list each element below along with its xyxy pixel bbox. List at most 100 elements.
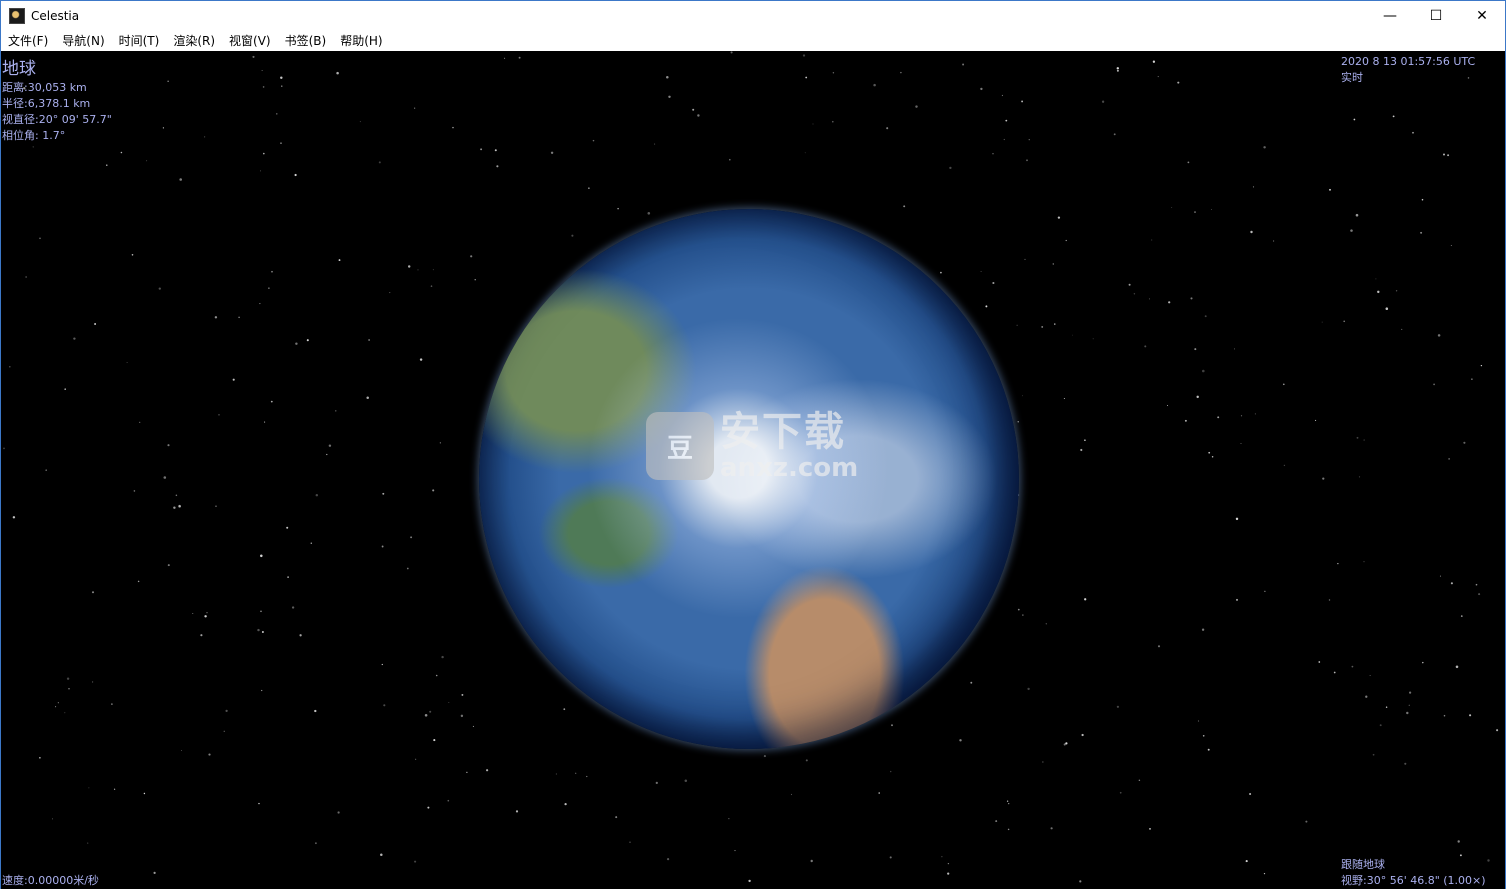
star	[1404, 762, 1407, 765]
star	[419, 358, 423, 361]
star	[424, 714, 428, 717]
menu-render[interactable]: 渲染(R)	[166, 31, 222, 51]
star	[1149, 828, 1151, 830]
star	[1208, 451, 1211, 454]
star	[1351, 665, 1354, 668]
star	[381, 545, 384, 548]
time-mode: 实时	[1341, 71, 1363, 84]
star	[106, 164, 108, 166]
star	[328, 444, 332, 447]
star	[261, 631, 264, 633]
star	[3, 447, 5, 450]
star	[1439, 575, 1441, 577]
star	[832, 120, 834, 123]
star	[314, 709, 317, 713]
star	[810, 859, 813, 863]
star	[158, 287, 161, 290]
star	[1128, 283, 1131, 286]
star	[1252, 186, 1255, 188]
star	[336, 71, 339, 75]
star	[1250, 230, 1253, 234]
star	[684, 779, 688, 782]
star	[1197, 720, 1200, 722]
star	[592, 139, 595, 142]
star	[214, 316, 218, 319]
star	[891, 724, 893, 727]
star	[1005, 119, 1008, 122]
star	[258, 802, 260, 805]
title-bar[interactable]: Celestia — ☐ ✕	[1, 1, 1505, 31]
star	[153, 871, 156, 875]
maximize-button[interactable]: ☐	[1413, 1, 1459, 31]
star	[941, 856, 943, 858]
star	[291, 606, 295, 609]
star	[1356, 436, 1359, 439]
menu-view[interactable]: 视窗(V)	[222, 31, 278, 51]
star	[25, 276, 27, 278]
star	[200, 634, 203, 637]
star	[1167, 405, 1168, 406]
star	[1443, 153, 1445, 156]
star	[1471, 378, 1473, 380]
star	[1054, 323, 1056, 325]
star	[173, 506, 176, 509]
star	[748, 879, 751, 883]
menu-bookmarks[interactable]: 书签(B)	[278, 31, 334, 51]
star	[146, 160, 148, 162]
time-panel: 2020 8 13 01:57:56 UTC 实时	[1341, 54, 1475, 86]
star	[1448, 458, 1450, 460]
close-button[interactable]: ✕	[1459, 1, 1505, 31]
star	[1016, 324, 1018, 326]
window-controls: — ☐ ✕	[1367, 1, 1505, 31]
star	[287, 576, 289, 578]
star	[915, 105, 918, 108]
celestia-window: Celestia — ☐ ✕ 文件(F) 导航(N) 时间(T) 渲染(R) 视…	[0, 0, 1506, 889]
star	[270, 400, 273, 403]
star	[1202, 734, 1205, 737]
window-title: Celestia	[31, 9, 80, 23]
star	[433, 739, 436, 742]
menu-navigation[interactable]: 导航(N)	[55, 31, 111, 51]
star	[1007, 828, 1010, 831]
watermark: 豆 安下载 anxz.com	[646, 406, 861, 486]
star	[39, 237, 41, 240]
star	[259, 170, 262, 172]
minimize-button[interactable]: —	[1367, 1, 1413, 31]
star	[1210, 208, 1212, 210]
star	[1433, 383, 1435, 386]
star	[368, 339, 370, 341]
star	[1365, 695, 1368, 698]
follow-mode: 跟随地球	[1341, 858, 1385, 871]
star	[480, 148, 483, 151]
star	[1450, 245, 1452, 246]
star	[1422, 661, 1424, 664]
star	[427, 806, 430, 809]
star	[980, 87, 983, 91]
star	[359, 121, 361, 123]
star	[1363, 561, 1365, 563]
menu-help[interactable]: 帮助(H)	[333, 31, 389, 51]
apparent-diameter-readout: 视直径:20° 09' 57.7"	[2, 113, 112, 126]
fov-readout: 视野:30° 56' 46.8" (1.00×)	[1341, 874, 1486, 887]
star	[1084, 598, 1087, 601]
space-viewport[interactable]: 豆 安下载 anxz.com 地球 距离:30,053 km 半径:6,378.…	[1, 51, 1505, 889]
star	[1401, 328, 1403, 330]
star	[1171, 207, 1173, 208]
star	[878, 792, 880, 794]
star	[139, 421, 141, 424]
menu-time[interactable]: 时间(T)	[112, 31, 167, 51]
star	[1420, 231, 1423, 234]
star	[515, 810, 519, 813]
star	[57, 702, 59, 704]
star	[382, 492, 385, 495]
star	[1152, 60, 1156, 63]
star	[1457, 840, 1460, 843]
menu-file[interactable]: 文件(F)	[1, 31, 55, 51]
star	[790, 793, 793, 796]
star	[1157, 645, 1161, 648]
star	[326, 453, 328, 456]
star	[167, 564, 170, 567]
star	[113, 788, 116, 790]
star	[64, 712, 66, 714]
star	[294, 173, 297, 177]
